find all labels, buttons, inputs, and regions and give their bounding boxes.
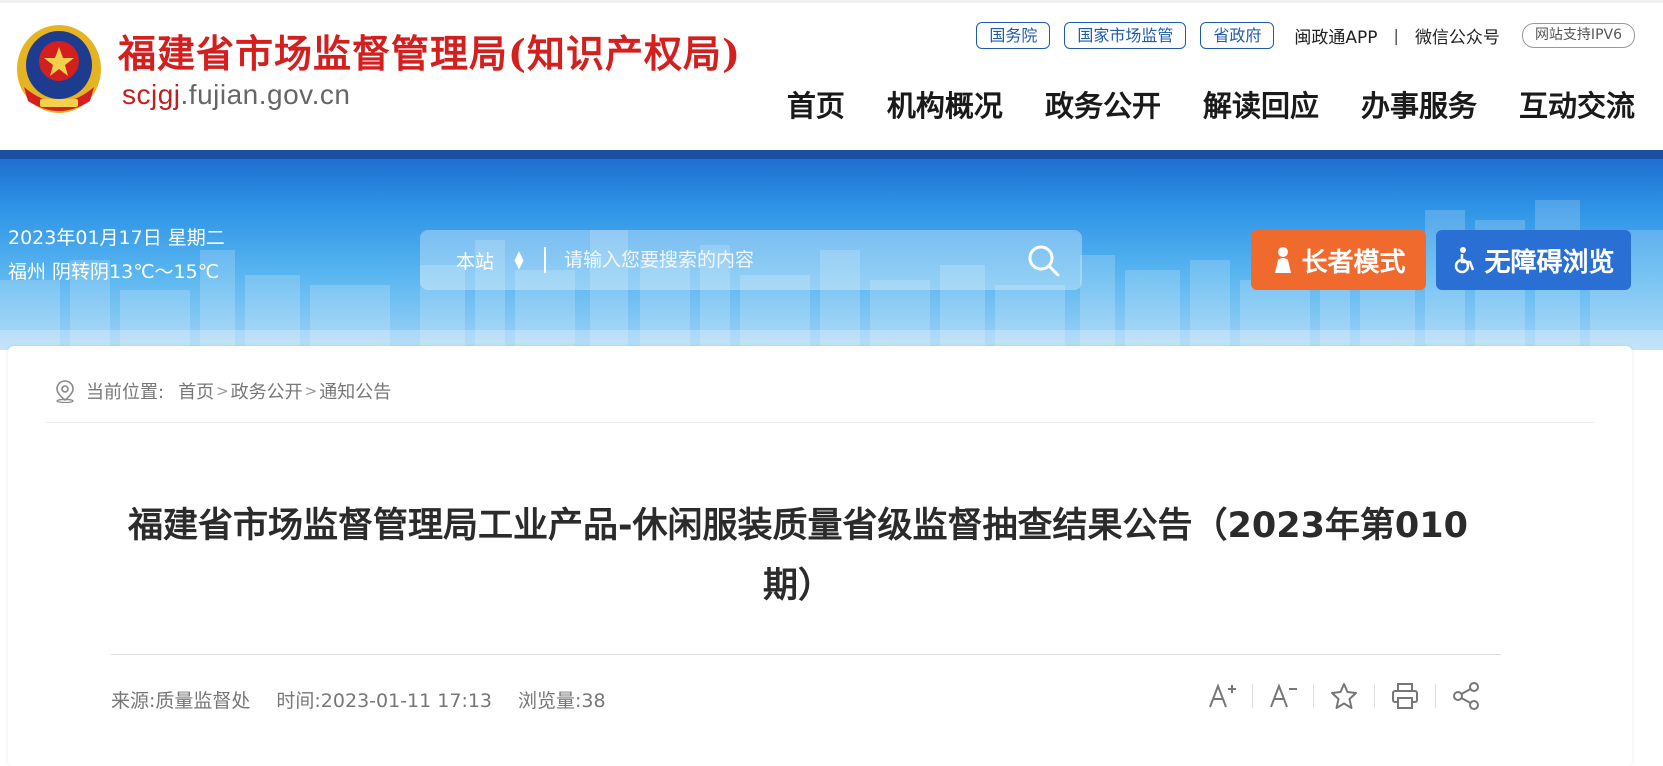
banner: 2023年01月17日 星期二 福州 阴转阴13℃～15℃ 本站 ▲▼ 长者模式…	[0, 150, 1663, 350]
top-links: 国务院 国家市场监管 省政府 闽政通APP | 微信公众号 网站支持IPV6	[962, 21, 1635, 49]
article-tools	[1204, 678, 1484, 714]
accessibility-label: 无障碍浏览	[1484, 247, 1615, 278]
tool-divider	[1435, 684, 1436, 708]
article-views: 浏览量:38	[518, 690, 606, 712]
tool-divider	[1252, 684, 1253, 708]
nav-services[interactable]: 办事服务	[1361, 83, 1477, 125]
elder-mode-label: 长者模式	[1301, 247, 1406, 278]
domain-highlight: scjgj	[122, 79, 181, 110]
site-header: 福建省市场监督管理局(知识产权局) scjgj.fujian.gov.cn 国务…	[0, 0, 1663, 150]
breadcrumb-separator: >	[304, 382, 318, 400]
main-nav: 首页 机构概况 政务公开 解读回应 办事服务 互动交流	[745, 83, 1635, 125]
date-weather: 2023年01月17日 星期二 福州 阴转阴13℃～15℃	[8, 221, 225, 289]
sort-arrows-icon[interactable]: ▲ ▼	[512, 249, 526, 270]
elder-icon	[1275, 247, 1292, 273]
site-domain: scjgj.fujian.gov.cn	[122, 79, 350, 111]
link-state-council[interactable]: 国务院	[976, 21, 1051, 49]
breadcrumb-home[interactable]: 首页	[178, 378, 214, 404]
ipv6-badge: 网站支持IPV6	[1521, 22, 1635, 48]
print-icon[interactable]	[1387, 678, 1423, 714]
nav-about[interactable]: 机构概况	[887, 83, 1003, 125]
share-icon[interactable]	[1448, 678, 1484, 714]
link-samr[interactable]: 国家市场监管	[1064, 21, 1187, 49]
content-card: 当前位置: 首页 > 政务公开 > 通知公告 福建省市场监督管理局工业产品-休闲…	[8, 346, 1632, 766]
font-decrease-icon[interactable]	[1265, 678, 1301, 714]
tool-divider	[1313, 684, 1314, 708]
domain-rest: .fujian.gov.cn	[180, 79, 351, 110]
search-divider	[544, 247, 547, 273]
current-date: 2023年01月17日 星期二	[8, 227, 225, 249]
breadcrumb-separator: >	[216, 382, 229, 400]
link-provincial-gov[interactable]: 省政府	[1200, 21, 1275, 49]
emblem-icon[interactable]	[14, 17, 104, 117]
top-link-separator: |	[1393, 25, 1399, 45]
site-name[interactable]: 福建省市场监督管理局(知识产权局)	[118, 23, 741, 78]
location-icon	[56, 380, 74, 403]
breadcrumb-notices[interactable]: 通知公告	[319, 378, 391, 404]
tool-divider	[1374, 684, 1375, 708]
breadcrumb-label: 当前位置:	[86, 382, 165, 403]
nav-home[interactable]: 首页	[787, 83, 845, 125]
title-divider	[111, 654, 1501, 655]
article-title: 福建省市场监督管理局工业产品-休闲服装质量省级监督抽查结果公告（2023年第01…	[127, 506, 1468, 606]
nav-gov-info[interactable]: 政务公开	[1045, 83, 1161, 125]
search-scope-select[interactable]: 本站	[456, 247, 494, 274]
breadcrumb-divider	[46, 422, 1594, 423]
search-bar: 本站 ▲ ▼	[420, 230, 1082, 290]
font-increase-icon[interactable]	[1204, 678, 1240, 714]
elder-mode-button[interactable]: 长者模式	[1251, 230, 1426, 290]
search-icon[interactable]	[1026, 243, 1062, 279]
article-meta: 来源:质量监督处 时间:2023-01-11 17:13 浏览量:38	[111, 686, 632, 713]
search-input[interactable]	[564, 249, 1005, 271]
breadcrumb: 当前位置: 首页 > 政务公开 > 通知公告	[54, 376, 391, 406]
nav-interaction[interactable]: 互动交流	[1519, 83, 1635, 125]
article-source: 来源:质量监督处	[111, 690, 251, 712]
nav-interpretation[interactable]: 解读回应	[1203, 83, 1319, 125]
breadcrumb-gov-info[interactable]: 政务公开	[231, 378, 303, 404]
star-icon[interactable]	[1326, 678, 1362, 714]
wheelchair-icon	[1455, 247, 1475, 274]
accessibility-button[interactable]: 无障碍浏览	[1436, 230, 1631, 290]
article-time: 时间:2023-01-11 17:13	[276, 690, 493, 712]
link-wechat[interactable]: 微信公众号	[1415, 23, 1500, 48]
link-app[interactable]: 闽政通APP	[1294, 23, 1377, 48]
weather: 福州 阴转阴13℃～15℃	[8, 261, 220, 283]
